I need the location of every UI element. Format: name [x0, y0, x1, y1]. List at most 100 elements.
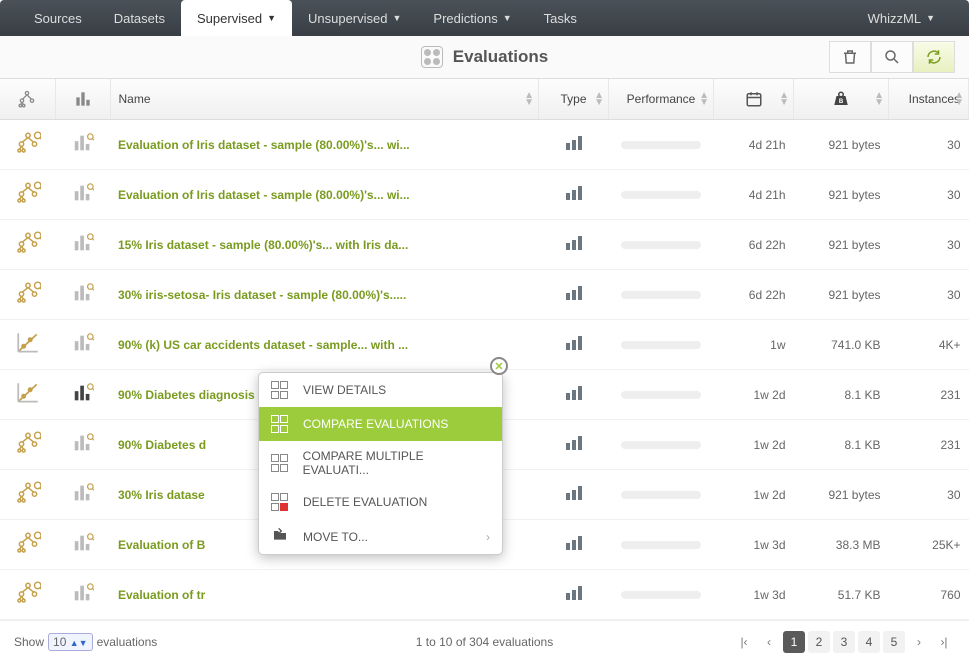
- table-row[interactable]: 90% (k) US car accidents dataset - sampl…: [0, 320, 969, 370]
- instances-cell: 231: [889, 370, 969, 420]
- type-cell: [539, 470, 609, 520]
- instances-cell: 25K+: [889, 520, 969, 570]
- name-cell[interactable]: Evaluation of tr: [110, 570, 539, 620]
- col-instances[interactable]: Instances▲▼: [889, 79, 969, 120]
- name-cell[interactable]: Evaluation of Iris dataset - sample (80.…: [110, 170, 539, 220]
- ctx-compare-evaluations[interactable]: COMPARE EVALUATIONS: [259, 407, 502, 441]
- name-cell[interactable]: 15% Iris dataset - sample (80.00%)'s... …: [110, 220, 539, 270]
- size-cell: 741.0 KB: [794, 320, 889, 370]
- table-footer: Show 10 ▲▼ evaluations 1 to 10 of 304 ev…: [0, 620, 969, 663]
- instances-cell: 760: [889, 570, 969, 620]
- instances-cell: 30: [889, 120, 969, 170]
- nav-datasets[interactable]: Datasets: [98, 0, 181, 36]
- table-row[interactable]: Evaluation of Iris dataset - sample (80.…: [0, 120, 969, 170]
- age-cell: 4d 21h: [714, 120, 794, 170]
- calendar-icon: [745, 90, 763, 108]
- context-menu: VIEW DETAILS COMPARE EVALUATIONS COMPARE…: [258, 372, 503, 555]
- model-cell[interactable]: [0, 570, 55, 620]
- weight-icon: B: [831, 90, 851, 108]
- size-cell: 921 bytes: [794, 170, 889, 220]
- size-cell: 921 bytes: [794, 270, 889, 320]
- age-cell: 1w 3d: [714, 520, 794, 570]
- col-dataset[interactable]: [55, 79, 110, 120]
- classification-icon: [566, 236, 582, 250]
- model-cell[interactable]: [0, 370, 55, 420]
- dataset-cell[interactable]: [55, 520, 110, 570]
- dataset-cell[interactable]: [55, 320, 110, 370]
- dataset-cell[interactable]: [55, 370, 110, 420]
- instances-cell: 30: [889, 220, 969, 270]
- trash-button[interactable]: [829, 41, 871, 73]
- pager-page[interactable]: 5: [883, 631, 905, 653]
- nav-supervised[interactable]: Supervised▼: [181, 0, 292, 36]
- pager: |‹ ‹ 12345 › ›|: [733, 631, 955, 653]
- age-cell: 1w 2d: [714, 420, 794, 470]
- col-age[interactable]: ▲▼: [714, 79, 794, 120]
- pager-page[interactable]: 1: [783, 631, 805, 653]
- performance-cell: [609, 120, 714, 170]
- classification-icon: [566, 336, 582, 350]
- dataset-cell[interactable]: [55, 220, 110, 270]
- table-row[interactable]: Evaluation of tr1w 3d51.7 KB760: [0, 570, 969, 620]
- page-size-select[interactable]: 10 ▲▼: [48, 633, 93, 651]
- model-cell[interactable]: [0, 120, 55, 170]
- table-row[interactable]: Evaluation of Iris dataset - sample (80.…: [0, 170, 969, 220]
- footer-summary: 1 to 10 of 304 evaluations: [416, 635, 553, 649]
- dataset-cell[interactable]: [55, 570, 110, 620]
- type-cell: [539, 320, 609, 370]
- dataset-cell[interactable]: [55, 170, 110, 220]
- name-cell[interactable]: 30% iris-setosa- Iris dataset - sample (…: [110, 270, 539, 320]
- pager-next[interactable]: ›: [908, 631, 930, 653]
- dataset-cell[interactable]: [55, 120, 110, 170]
- table-row[interactable]: 30% iris-setosa- Iris dataset - sample (…: [0, 270, 969, 320]
- chevron-right-icon: ›: [486, 530, 490, 544]
- col-performance[interactable]: Performance▲▼: [609, 79, 714, 120]
- performance-cell: [609, 570, 714, 620]
- name-cell[interactable]: 90% (k) US car accidents dataset - sampl…: [110, 320, 539, 370]
- model-cell[interactable]: [0, 420, 55, 470]
- dataset-cell[interactable]: [55, 270, 110, 320]
- pager-last[interactable]: ›|: [933, 631, 955, 653]
- pager-page[interactable]: 2: [808, 631, 830, 653]
- pager-first[interactable]: |‹: [733, 631, 755, 653]
- col-size[interactable]: B▲▼: [794, 79, 889, 120]
- nav-whizzml[interactable]: WhizzML▼: [852, 0, 951, 36]
- nav-sources[interactable]: Sources: [18, 0, 98, 36]
- model-cell[interactable]: [0, 270, 55, 320]
- evaluations-label: evaluations: [97, 635, 158, 649]
- nav-predictions[interactable]: Predictions▼: [417, 0, 527, 36]
- name-cell[interactable]: Evaluation of Iris dataset - sample (80.…: [110, 120, 539, 170]
- model-cell[interactable]: [0, 220, 55, 270]
- model-cell[interactable]: [0, 320, 55, 370]
- age-cell: 1w 2d: [714, 470, 794, 520]
- ctx-compare-multiple[interactable]: COMPARE MULTIPLE EVALUATI...: [259, 441, 502, 485]
- age-cell: 6d 22h: [714, 270, 794, 320]
- type-cell: [539, 520, 609, 570]
- tree-icon: [17, 89, 37, 109]
- age-cell: 4d 21h: [714, 170, 794, 220]
- ctx-view-details[interactable]: VIEW DETAILS: [259, 373, 502, 407]
- nav-unsupervised[interactable]: Unsupervised▼: [292, 0, 417, 36]
- refresh-button[interactable]: [913, 41, 955, 73]
- col-type[interactable]: Type▲▼: [539, 79, 609, 120]
- table-row[interactable]: 15% Iris dataset - sample (80.00%)'s... …: [0, 220, 969, 270]
- caret-down-icon: ▼: [926, 13, 935, 23]
- close-context-icon[interactable]: ✕: [490, 357, 508, 375]
- dataset-cell[interactable]: [55, 420, 110, 470]
- search-button[interactable]: [871, 41, 913, 73]
- caret-down-icon: ▼: [503, 13, 512, 23]
- pager-page[interactable]: 3: [833, 631, 855, 653]
- type-cell: [539, 220, 609, 270]
- ctx-move-to[interactable]: MOVE TO... ›: [259, 519, 502, 554]
- model-cell[interactable]: [0, 470, 55, 520]
- pager-prev[interactable]: ‹: [758, 631, 780, 653]
- model-cell[interactable]: [0, 520, 55, 570]
- ctx-delete[interactable]: DELETE EVALUATION: [259, 485, 502, 519]
- col-name[interactable]: Name▲▼: [110, 79, 539, 120]
- compare-multi-icon: [271, 454, 291, 472]
- nav-tasks[interactable]: Tasks: [528, 0, 593, 36]
- dataset-cell[interactable]: [55, 470, 110, 520]
- col-model[interactable]: [0, 79, 55, 120]
- model-cell[interactable]: [0, 170, 55, 220]
- pager-page[interactable]: 4: [858, 631, 880, 653]
